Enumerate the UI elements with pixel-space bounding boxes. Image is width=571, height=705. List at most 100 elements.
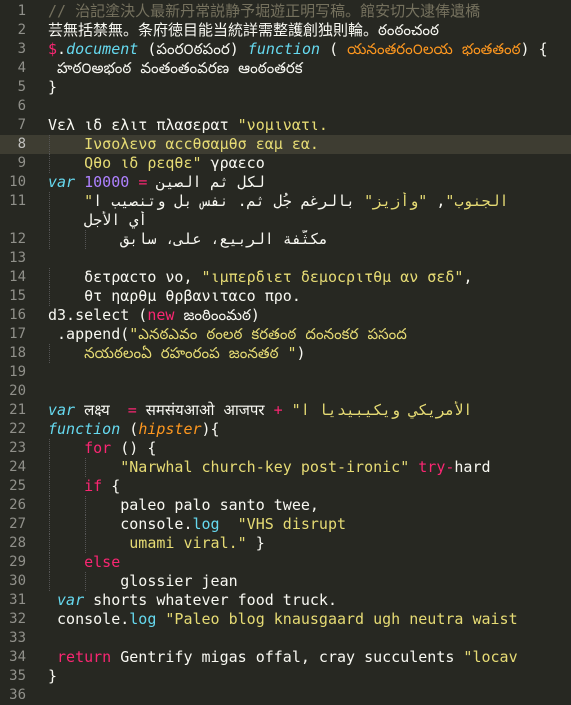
code-token: నయఠలంఏ రహంరంప జంనతఠ: [48, 344, 288, 362]
code-text[interactable]: var shorts whatever food truck.: [48, 591, 337, 610]
line-number: 30: [9, 573, 26, 589]
code-line[interactable]: 6: [0, 97, 571, 116]
line-number: 24: [9, 459, 26, 475]
line-number: 7: [17, 117, 26, 133]
line-number: 8: [17, 136, 26, 152]
code-line[interactable]: 26 paleo palo santo twee,: [0, 496, 571, 515]
code-line[interactable]: 34 return Gentrify migas offal, cray suc…: [0, 648, 571, 667]
line-number: 20: [9, 383, 26, 399]
code-line[interactable]: 33: [0, 629, 571, 648]
code-token: log: [129, 610, 157, 628]
code-line[interactable]: 16 d3.select (new జంఠింంమఠ): [0, 306, 571, 325]
code-line[interactable]: 30 glossier jean: [0, 572, 571, 591]
code-line[interactable]: 18 నయఠలంఏ రహంరంప జంనతఠ "): [0, 344, 571, 363]
line-number: 33: [9, 630, 26, 646]
code-token: "νομινατι.: [237, 116, 328, 134]
code-line[interactable]: 15 θτ ηαρθμ θρβανιταcο προ.: [0, 287, 571, 306]
code-text[interactable]: "Narwhal church-key post-ironic" try-har…: [48, 458, 490, 477]
code-text[interactable]: "الجنوب", "وأزيز" بالرغم جُل ثم. نفس بل …: [48, 192, 508, 211]
code-text[interactable]: θτ ηαρθμ θρβανιταcο προ.: [48, 287, 301, 306]
code-text[interactable]: Vελ ιδ ελιτ πλασερατ "νομινατι.: [48, 116, 328, 135]
line-number: 36: [9, 687, 26, 703]
code-token: समसंयआओ आजपर: [136, 401, 274, 419]
code-line[interactable]: 29 else: [0, 553, 571, 572]
code-line[interactable]: 10 var لكل ثم الصين = 10000: [0, 173, 571, 192]
code-line[interactable]: أي الأجل: [0, 211, 571, 230]
code-line[interactable]: 7 Vελ ιδ ελιτ πλασερατ "νομινατι.: [0, 116, 571, 135]
code-text[interactable]: d3.select (new జంఠింంమఠ): [48, 306, 260, 325]
code-line[interactable]: 2 芸無括禁無。条府徳目能当統詳需整護創独則輪。ఠంఠంచంఠ: [0, 21, 571, 40]
code-token: بالرغم جُل ثم. نفس بل وتنصيب ا: [93, 192, 365, 210]
code-line[interactable]: 4 హఠ౦అభంఠ వంతంతంవరణ ఆంఠంతరక: [0, 59, 571, 78]
code-line[interactable]: 12 مكثّفة الربيع، على، سابق: [0, 230, 571, 249]
code-line[interactable]: 9 Qθο ιδ ρεqθε" γραεcο: [0, 154, 571, 173]
code-token: 芸無括禁無。条府徳目能当統詳需整護創独則輪。ఠంఠంచంఠ: [48, 21, 439, 39]
code-token: (పంర౦ఠపంర): [138, 40, 248, 58]
code-text[interactable]: // 治記塗決人最新丹常説静予堀遊正明写稿。館安切大逮俸遺橋: [48, 2, 480, 21]
code-text[interactable]: Ινσολενσ αccθσαμθσ εαμ εα.: [48, 135, 319, 154]
code-text[interactable]: var لكل ثم الصين = 10000: [48, 173, 265, 192]
code-line[interactable]: 27 console.log "VHS disrupt: [0, 515, 571, 534]
code-line[interactable]: 32 console.log "Paleo blog knausgaard ug…: [0, 610, 571, 629]
line-number: 21: [9, 402, 26, 418]
code-text[interactable]: مكثّفة الربيع، على، سابق: [48, 230, 328, 249]
code-text[interactable]: var लक्ष्य = समसंयआओ आजपर + "الأمريكي وي…: [48, 401, 472, 420]
code-token: జంఠింంమఠ): [174, 306, 260, 324]
code-line[interactable]: 19: [0, 363, 571, 382]
code-text[interactable]: నయఠలంఏ రహంరంప జంనతఠ "): [48, 344, 305, 363]
code-line[interactable]: 23 for () {: [0, 439, 571, 458]
code-token: // 治記塗決人最新丹常説静予堀遊正明写稿。館安切大逮俸遺橋: [48, 2, 481, 20]
code-text[interactable]: console.log "VHS disrupt: [48, 515, 346, 534]
code-line[interactable]: 3 $.document (పంర౦ఠపంర) function ( యనంతరం…: [0, 40, 571, 59]
code-line[interactable]: 25 if {: [0, 477, 571, 496]
code-line[interactable]: 36: [0, 686, 571, 705]
code-text[interactable]: function (hipster){: [48, 420, 220, 439]
code-text[interactable]: return Gentrify migas offal, cray succul…: [48, 648, 518, 667]
code-text[interactable]: else: [48, 553, 120, 572]
code-text[interactable]: }: [48, 78, 57, 97]
line-number: 1: [17, 3, 26, 19]
code-text[interactable]: 芸無括禁無。条府徳目能当統詳需整護創独則輪。ఠంఠంచంఠ: [48, 21, 439, 40]
line-number: 19: [9, 364, 26, 380]
code-token: γραεcο: [201, 154, 265, 172]
code-line[interactable]: 21 var लक्ष्य = समसंयआओ आजपर + "الأمريكي …: [0, 401, 571, 420]
line-number: 29: [9, 554, 26, 570]
code-line[interactable]: 24 "Narwhal church-key post-ironic" try-…: [0, 458, 571, 477]
code-text[interactable]: console.log "Paleo blog knausgaard ugh n…: [48, 610, 518, 629]
code-line[interactable]: 1 // 治記塗決人最新丹常説静予堀遊正明写稿。館安切大逮俸遺橋: [0, 2, 571, 21]
code-text[interactable]: if {: [48, 477, 120, 496]
code-line[interactable]: 11 "الجنوب", "وأزيز" بالرغم جُل ثم. نفس …: [0, 192, 571, 211]
code-text[interactable]: umami viral." }: [48, 534, 264, 553]
code-line[interactable]: 17 .append("ఎనఠఎవం ఠంలఠ కరతంఠ దంనంకర పసం…: [0, 325, 571, 344]
code-text[interactable]: Qθο ιδ ρεqθε" γραεcο: [48, 154, 265, 173]
code-token: if: [48, 477, 103, 495]
code-token: {: [102, 477, 121, 495]
code-token: return: [48, 648, 112, 666]
code-text[interactable]: glossier jean: [48, 572, 237, 591]
line-number: 2: [17, 22, 26, 38]
code-text[interactable]: హఠ౦అభంఠ వంతంతంవరణ ఆంఠంతరక: [48, 59, 303, 78]
code-line[interactable]: 31 var shorts whatever food truck.: [0, 591, 571, 610]
code-text[interactable]: paleo palo santo twee,: [48, 496, 319, 515]
code-token: ){: [201, 420, 220, 438]
code-token: }: [48, 78, 58, 96]
code-text[interactable]: أي الأجل: [48, 211, 147, 230]
code-text[interactable]: }: [48, 667, 57, 686]
code-line[interactable]: 35}: [0, 667, 571, 686]
code-line[interactable]: 22 function (hipster){: [0, 420, 571, 439]
code-editor[interactable]: 1 // 治記塗決人最新丹常説静予堀遊正明写稿。館安切大逮俸遺橋 2 芸無括禁無。条府…: [0, 0, 571, 703]
line-number: 12: [9, 231, 26, 247]
code-text[interactable]: .append("ఎనఠఎవం ఠంలఠ కరతంఠ దంనంకర పసంద: [48, 325, 407, 344]
code-line[interactable]: 28 umami viral." }: [0, 534, 571, 553]
code-text[interactable]: for () {: [48, 439, 156, 458]
code-line[interactable]: 5}: [0, 78, 571, 97]
code-line[interactable]: 20: [0, 382, 571, 401]
code-line[interactable]: 13: [0, 249, 571, 268]
code-line[interactable]: 14 δετραcτο νο, "ιμπερδιετ δεμοcριτθμ αν…: [0, 268, 571, 287]
code-text[interactable]: $.document (పంర౦ఠపంర) function ( యనంతరం౦…: [48, 40, 548, 59]
code-line[interactable]: 8 Ινσολενσ αccθσαμθσ εαμ εα.: [0, 135, 571, 154]
line-number: 25: [9, 478, 26, 494]
code-text[interactable]: δετραcτο νο, "ιμπερδιετ δεμοcριτθμ αν σε…: [48, 268, 472, 287]
code-token: var: [48, 591, 85, 609]
